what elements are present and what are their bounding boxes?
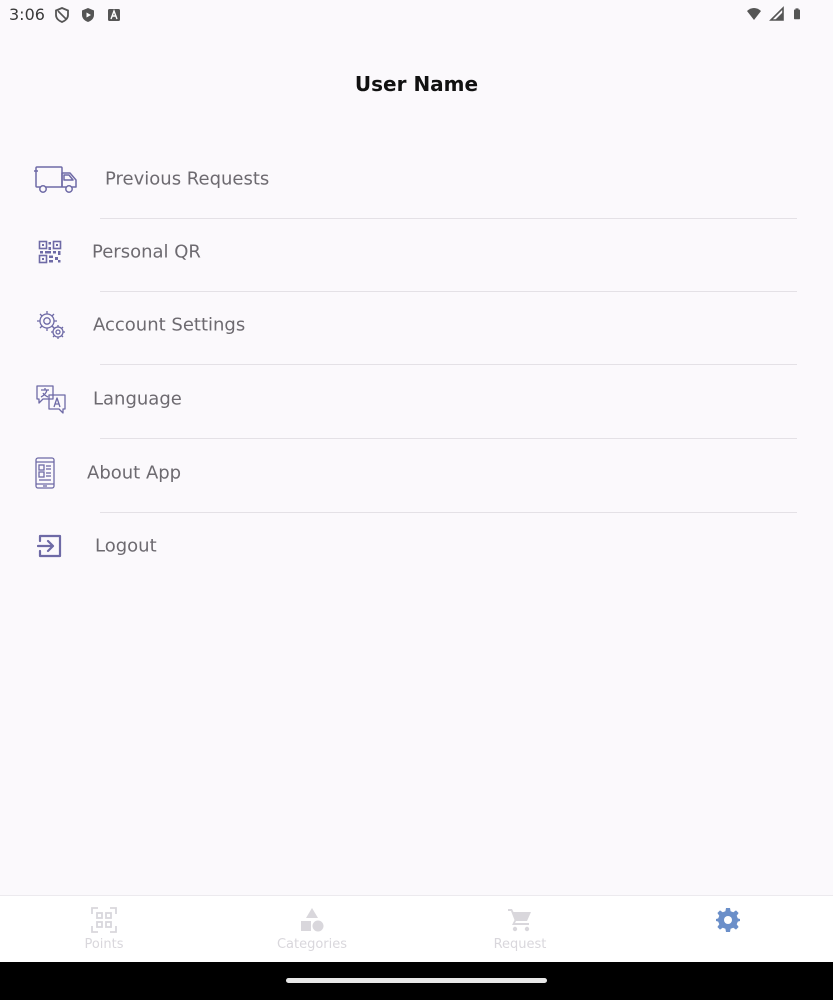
bottom-navigation: Points Categories Request — [0, 895, 833, 963]
status-bar: 3:06 — [0, 0, 833, 30]
menu-item-label: Previous Requests — [105, 168, 270, 189]
page-title: User Name — [354, 72, 479, 96]
system-navigation-bar — [0, 962, 833, 1000]
shield-icon — [55, 7, 69, 23]
truck-icon — [34, 165, 77, 193]
a-badge-icon — [108, 9, 120, 21]
menu-item-logout[interactable]: Logout — [0, 509, 833, 582]
menu-item-label: About App — [87, 462, 182, 483]
tab-settings[interactable] — [624, 896, 832, 963]
menu-item-label: Personal QR — [92, 241, 201, 262]
menu-item-previous-requests[interactable]: Previous Requests — [0, 142, 833, 215]
qr-scan-icon — [91, 907, 117, 933]
tab-categories[interactable]: Categories — [208, 896, 416, 963]
wifi-icon — [747, 8, 761, 20]
menu-item-account-settings[interactable]: Account Settings — [0, 288, 833, 361]
language-icon — [36, 384, 66, 414]
tab-points[interactable]: Points — [0, 896, 208, 963]
gears-icon — [37, 310, 65, 339]
play-protect-icon — [82, 8, 94, 22]
status-time: 3:06 — [9, 5, 45, 24]
qr-code-icon — [38, 240, 62, 263]
menu-item-language[interactable]: Language — [0, 362, 833, 435]
about-app-icon — [35, 456, 55, 489]
tab-label: Categories — [276, 937, 348, 952]
tab-request[interactable]: Request — [416, 896, 624, 963]
menu-item-label: Logout — [95, 535, 157, 556]
categories-icon — [301, 908, 324, 932]
home-handle[interactable] — [286, 978, 547, 983]
settings-gear-icon — [716, 908, 740, 932]
menu-item-personal-qr[interactable]: Personal QR — [0, 215, 833, 288]
status-icons-right — [745, 6, 803, 22]
battery-icon — [794, 8, 800, 20]
tab-label: Request — [493, 937, 547, 952]
menu-item-label: Account Settings — [93, 314, 246, 335]
menu-item-about-app[interactable]: About App — [0, 436, 833, 509]
signal-icon — [769, 6, 784, 21]
logout-icon — [37, 534, 62, 557]
menu-item-label: Language — [93, 388, 182, 409]
cart-icon — [508, 909, 531, 932]
status-icons-left — [54, 7, 122, 23]
tab-label: Points — [84, 937, 124, 952]
